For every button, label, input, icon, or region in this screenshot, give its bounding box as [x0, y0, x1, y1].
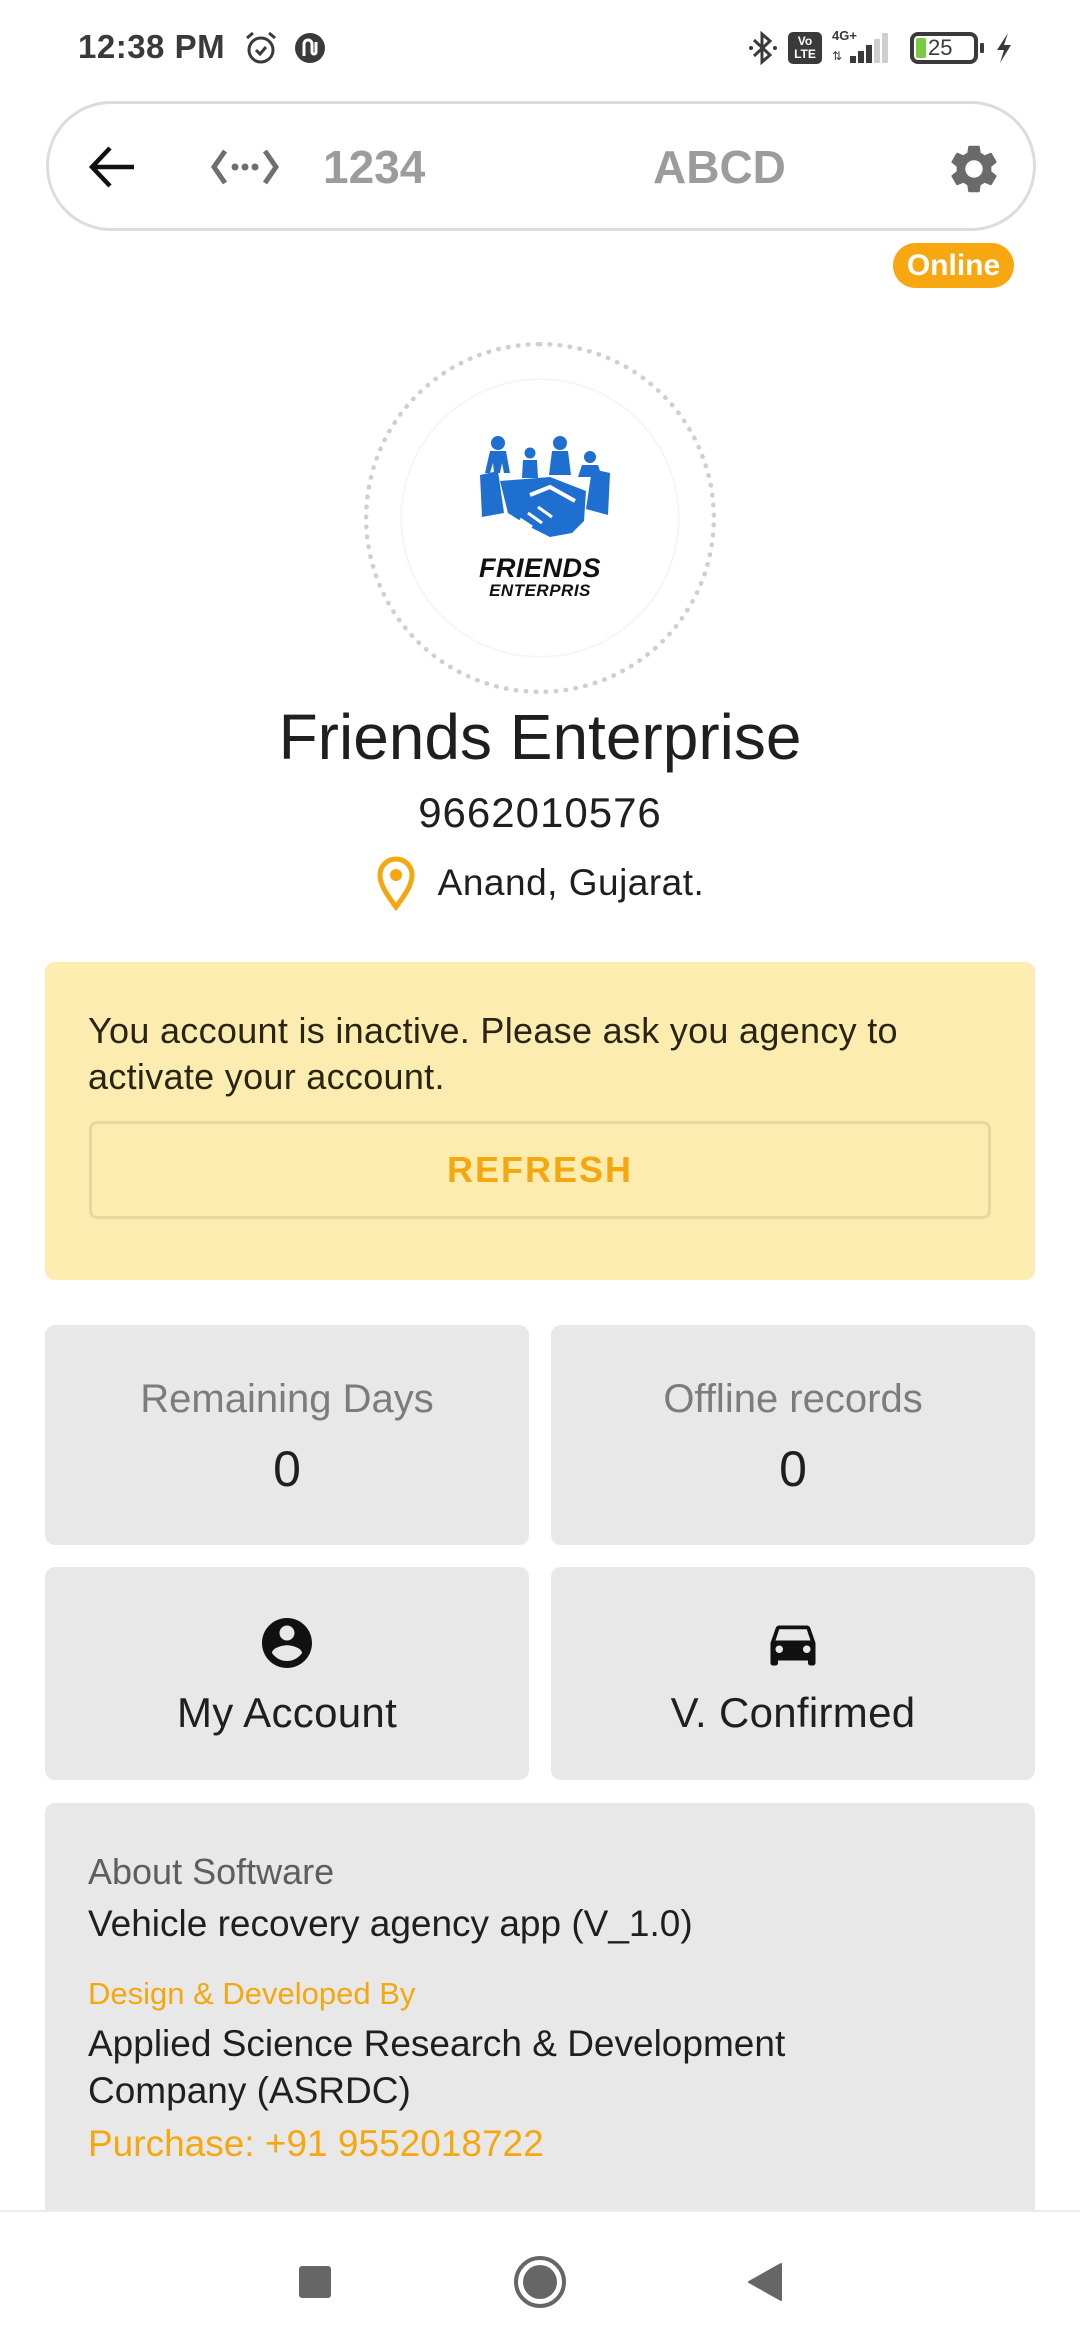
- system-nav-bar: [0, 2210, 1080, 2340]
- top-search-bar: 1234 ABCD: [46, 101, 1036, 231]
- remaining-days-value: 0: [273, 1441, 301, 1497]
- status-icons: Vo LTE 4G+ ⇅ 25: [748, 28, 1014, 68]
- business-name: Friends Enterprise: [278, 701, 802, 773]
- status-bar: 12:38 PM Vo LTE 4G+ ⇅ 25: [0, 0, 1080, 95]
- battery-icon: 25: [910, 32, 984, 64]
- bluetooth-icon: [749, 30, 777, 66]
- refresh-button[interactable]: REFRESH: [89, 1121, 991, 1219]
- agent-name-text[interactable]: ABCD: [653, 140, 786, 194]
- business-phone: 9662010576: [418, 789, 662, 836]
- about-software-card: About Software Vehicle recovery agency a…: [45, 1803, 1035, 2223]
- logo-text-line2: ENTERPRIS: [489, 581, 591, 600]
- map-pin-icon: [377, 856, 415, 911]
- alarm-icon: [246, 31, 276, 64]
- volte-label-2: LTE: [794, 47, 816, 61]
- volte-icon: Vo LTE: [788, 32, 822, 64]
- sync-notification-icon: [295, 33, 325, 63]
- back-button[interactable]: [87, 142, 137, 192]
- location-text: Anand, Gujarat.: [437, 862, 705, 903]
- offline-records-label: Offline records: [663, 1377, 923, 1421]
- arrow-left-icon: [88, 146, 134, 188]
- logo-text-line1: FRIENDS: [478, 553, 601, 583]
- purchase-phone-link[interactable]: Purchase: +91 9552018722: [88, 2123, 544, 2165]
- charging-icon: [997, 33, 1011, 63]
- code-dots-icon[interactable]: [211, 147, 279, 187]
- home-circle-icon: [514, 2256, 566, 2308]
- vehicle-confirmed-button[interactable]: V. Confirmed: [551, 1567, 1035, 1780]
- alert-message: You account is inactive. Please ask you …: [88, 1010, 898, 1097]
- my-account-label: My Account: [176, 1689, 398, 1736]
- handshake-family-logo-icon: [480, 436, 610, 537]
- vehicle-confirmed-label: V. Confirmed: [670, 1689, 916, 1736]
- company-name-line1: Applied Science Research & Development: [88, 2023, 786, 2064]
- network-type: 4G+: [832, 28, 857, 43]
- remaining-days-tile: Remaining Days 0: [45, 1325, 529, 1545]
- signal-4g-icon: 4G+ ⇅: [832, 28, 892, 65]
- recents-button[interactable]: [285, 2252, 345, 2312]
- remaining-days-label: Remaining Days: [140, 1377, 434, 1421]
- company-name-line2: Company (ASRDC): [88, 2070, 411, 2111]
- car-icon: [770, 1625, 816, 1666]
- my-account-button[interactable]: My Account: [45, 1567, 529, 1780]
- offline-records-value: 0: [779, 1441, 807, 1497]
- app-name-version: Vehicle recovery agency app (V_1.0): [88, 1903, 693, 1944]
- back-triangle-icon: [748, 2263, 782, 2301]
- home-button[interactable]: [510, 2252, 570, 2312]
- business-location: Anand, Gujarat.: [0, 855, 1080, 911]
- developed-by-label: Design & Developed By: [88, 1976, 416, 2011]
- settings-button[interactable]: [945, 140, 1003, 198]
- gear-icon: [951, 145, 997, 193]
- offline-records-tile[interactable]: Offline records 0: [551, 1325, 1035, 1545]
- agent-id-text[interactable]: 1234: [323, 140, 425, 194]
- status-badge: Online: [893, 243, 1014, 288]
- battery-level: 25: [928, 35, 953, 60]
- recents-square-icon: [299, 2266, 331, 2298]
- about-heading: About Software: [88, 1851, 335, 1892]
- back-nav-button[interactable]: [734, 2252, 794, 2312]
- status-time: 12:38 PM: [78, 28, 226, 65]
- account-circle-icon: [262, 1618, 312, 1668]
- inactive-account-alert: You account is inactive. Please ask you …: [45, 962, 1035, 1280]
